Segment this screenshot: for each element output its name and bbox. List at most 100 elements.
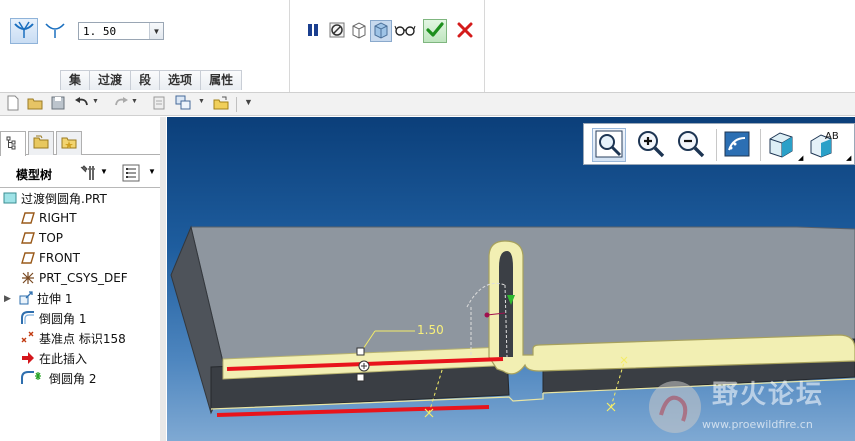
open-button[interactable]	[27, 96, 43, 112]
tree-item-label: 基准点 标识158	[39, 331, 126, 346]
tree-item-label: 在此插入	[39, 351, 88, 366]
round-active-icon	[20, 370, 46, 386]
redo-dropdown-icon[interactable]: ▼	[131, 98, 138, 105]
transition-mode-icon	[44, 20, 66, 43]
glasses-preview-button[interactable]	[394, 20, 416, 42]
round-dashboard: 1. 50 ▼ 集 过渡 段 选项 属性	[0, 0, 855, 92]
windows-icon	[175, 95, 191, 114]
model-tree-panel: 模型树 ▼ ▼ 过渡倒圆角.PRT RIGHT TOP FRONT PRT_CS…	[0, 117, 166, 441]
tree-item-label: TOP	[39, 231, 64, 245]
tab-favorites[interactable]	[56, 131, 82, 155]
windows-button[interactable]	[175, 95, 191, 114]
tree-item-extrude[interactable]: ▶ 拉伸 1	[4, 288, 72, 308]
zoom-out-button[interactable]	[674, 128, 708, 162]
csys-icon	[20, 270, 36, 286]
check-icon	[426, 21, 444, 41]
no-preview-button[interactable]	[326, 20, 348, 42]
quick-access-toolbar: ▼ ▼ ▼ ▼	[0, 92, 855, 116]
edge-marker-x2	[606, 402, 616, 412]
undo-button[interactable]	[74, 96, 90, 112]
tab-model-tree[interactable]	[0, 131, 26, 156]
transition-mode-button[interactable]	[41, 18, 69, 44]
repaint-icon	[723, 130, 751, 161]
tree-item-round-1[interactable]: 倒圆角 1	[20, 308, 86, 328]
forum-logo-icon	[649, 381, 701, 433]
open-folder-icon	[27, 96, 43, 113]
windows-dropdown-icon[interactable]: ▼	[198, 98, 205, 105]
tree-item-label: 拉伸 1	[37, 291, 73, 306]
round-icon	[20, 310, 36, 326]
tab-options[interactable]: 选项	[159, 70, 202, 90]
model-tree-title: 模型树	[16, 168, 53, 182]
glasses-preview-icon	[394, 23, 416, 40]
svg-text:AB: AB	[825, 131, 839, 142]
tab-sets[interactable]: 集	[60, 70, 91, 90]
display-style-button[interactable]	[764, 128, 798, 162]
set-mode-button[interactable]	[10, 18, 38, 44]
tab-pieces[interactable]: 段	[130, 70, 161, 90]
toolbar-separator	[716, 129, 717, 161]
tree-item-csys[interactable]: PRT_CSYS_DEF	[20, 268, 128, 288]
tree-item-part[interactable]: 过渡倒圆角.PRT	[2, 188, 107, 208]
tree-item-label: 倒圆角 2	[49, 371, 97, 386]
redo-button[interactable]	[113, 96, 129, 112]
redo-icon	[113, 96, 129, 113]
datum-plane-icon	[20, 210, 36, 226]
save-button[interactable]	[50, 96, 66, 112]
pause-button[interactable]	[302, 20, 324, 42]
chevron-down-icon[interactable]: ▼	[149, 23, 163, 39]
undo-icon	[74, 96, 90, 113]
tree-item-front[interactable]: FRONT	[20, 248, 80, 268]
tree-item-top[interactable]: TOP	[20, 228, 63, 248]
selected-edge-bottom	[216, 405, 490, 417]
geometry-preview-icon	[350, 21, 368, 42]
tree-item-round-2[interactable]: 倒圆角 2	[20, 368, 96, 388]
repaint-button[interactable]	[720, 128, 754, 162]
tree-scrollbar[interactable]	[160, 117, 166, 441]
radius-dimension-label[interactable]: 1.50	[417, 323, 444, 337]
regenerate-icon	[152, 95, 166, 114]
regenerate-button[interactable]	[151, 96, 167, 112]
zoom-in-icon	[636, 129, 666, 162]
datum-point-icon	[20, 330, 36, 346]
undo-dropdown-icon[interactable]: ▼	[92, 98, 99, 105]
saved-views-icon: AB	[809, 129, 841, 162]
refit-button[interactable]	[592, 128, 626, 162]
refit-icon	[594, 129, 624, 162]
tab-transitions[interactable]: 过渡	[89, 70, 132, 90]
tab-folder-browser[interactable]	[28, 131, 54, 155]
customize-toolbar-icon[interactable]: ▼	[244, 97, 253, 107]
saved-views-dropdown-icon[interactable]: ◢	[846, 154, 851, 162]
settings-tools-icon[interactable]	[78, 164, 98, 185]
display-style-dropdown-icon[interactable]: ◢	[798, 154, 803, 162]
tree-item-label: 过渡倒圆角.PRT	[21, 191, 107, 206]
datum-plane-icon	[20, 250, 36, 266]
verify-mode-button[interactable]	[370, 20, 392, 42]
ok-button[interactable]	[423, 19, 447, 43]
graphics-toolbar: ◢ AB ◢	[583, 123, 855, 165]
show-dropdown-icon[interactable]: ▼	[148, 167, 156, 176]
geometry-preview-button[interactable]	[348, 20, 370, 42]
tree-item-insert-here[interactable]: 在此插入	[20, 348, 87, 368]
new-file-button[interactable]	[5, 95, 21, 112]
saved-views-button[interactable]: AB	[808, 128, 842, 162]
tree-item-right[interactable]: RIGHT	[20, 208, 77, 228]
tree-item-label: RIGHT	[39, 211, 77, 225]
tab-properties[interactable]: 属性	[200, 70, 243, 90]
radius-handle-top	[356, 347, 365, 356]
close-window-button[interactable]	[213, 96, 229, 112]
settings-dropdown-icon[interactable]: ▼	[100, 167, 108, 176]
tree-item-label: FRONT	[39, 251, 80, 265]
cancel-button[interactable]	[454, 20, 476, 42]
expand-arrow-icon[interactable]: ▶	[4, 293, 18, 304]
radius-combo[interactable]: 1. 50 ▼	[78, 22, 164, 40]
folder-close-icon	[213, 96, 229, 113]
show-list-icon[interactable]	[122, 164, 140, 185]
radius-handle-bottom	[356, 373, 365, 382]
navigator-tabs	[0, 129, 166, 156]
toolbar-separator	[760, 129, 761, 161]
tree-item-datum-point[interactable]: 基准点 标识158	[20, 328, 126, 348]
pause-icon	[306, 23, 320, 40]
round-set-mode-icon	[13, 20, 35, 43]
zoom-in-button[interactable]	[634, 128, 668, 162]
